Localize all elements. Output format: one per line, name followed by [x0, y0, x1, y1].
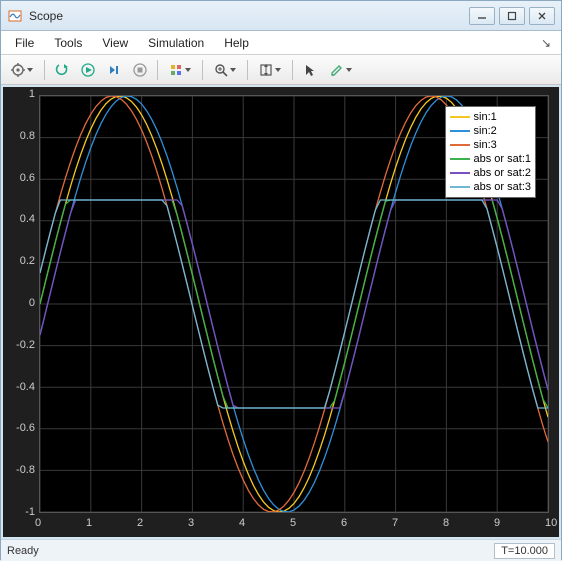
- legend-label: sin:2: [474, 125, 497, 137]
- menubar: File Tools View Simulation Help ↘: [1, 31, 561, 55]
- restart-button[interactable]: [50, 58, 74, 82]
- legend-label: sin:1: [474, 111, 497, 123]
- legend-swatch: [450, 130, 470, 132]
- toolbar: [1, 55, 561, 85]
- y-tick-label: 1: [29, 88, 35, 100]
- legend-swatch: [450, 116, 470, 118]
- minimize-button[interactable]: [469, 7, 495, 25]
- y-tick-label: 0.2: [20, 255, 35, 267]
- highlight-button[interactable]: [163, 58, 197, 82]
- status-text: Ready: [7, 545, 39, 557]
- legend-label: sin:3: [474, 139, 497, 151]
- legend[interactable]: sin:1 sin:2 sin:3 abs or sat:1 abs or sat:2 a…: [445, 106, 536, 198]
- menu-tools[interactable]: Tools: [44, 33, 92, 53]
- statusbar: Ready T=10.000: [1, 539, 561, 561]
- legend-item[interactable]: abs or sat:2: [450, 166, 531, 180]
- legend-label: abs or sat:1: [474, 153, 531, 165]
- y-tick-label: 0.6: [20, 172, 35, 184]
- step-button[interactable]: [102, 58, 126, 82]
- undock-icon[interactable]: ↘: [539, 36, 553, 50]
- plot-area: sin:1 sin:2 sin:3 abs or sat:1 abs or sat:2 a…: [3, 87, 559, 537]
- y-tick-label: -0.2: [16, 339, 35, 351]
- x-tick-label: 5: [290, 517, 296, 529]
- x-tick-label: 4: [239, 517, 245, 529]
- menu-help[interactable]: Help: [214, 33, 259, 53]
- x-tick-label: 3: [188, 517, 194, 529]
- x-tick-label: 8: [443, 517, 449, 529]
- x-tick-label: 7: [392, 517, 398, 529]
- settings-button[interactable]: [5, 58, 39, 82]
- x-tick-label: 1: [86, 517, 92, 529]
- legend-item[interactable]: sin:2: [450, 124, 531, 138]
- x-tick-label: 10: [545, 517, 557, 529]
- y-tick-label: -1: [25, 506, 35, 518]
- y-tick-label: 0.4: [20, 213, 35, 225]
- legend-swatch: [450, 172, 470, 174]
- legend-item[interactable]: abs or sat:3: [450, 180, 531, 194]
- y-tick-label: -0.6: [16, 422, 35, 434]
- legend-swatch: [450, 158, 470, 160]
- legend-swatch: [450, 186, 470, 188]
- cursor-button[interactable]: [298, 58, 322, 82]
- app-icon: [7, 8, 23, 24]
- plot-axes[interactable]: sin:1 sin:2 sin:3 abs or sat:1 abs or sat:2 a…: [39, 95, 549, 513]
- run-button[interactable]: [76, 58, 100, 82]
- stop-button[interactable]: [128, 58, 152, 82]
- annotate-button[interactable]: [324, 58, 358, 82]
- menu-file[interactable]: File: [5, 33, 44, 53]
- legend-label: abs or sat:2: [474, 167, 531, 179]
- x-tick-label: 6: [341, 517, 347, 529]
- legend-item[interactable]: sin:1: [450, 110, 531, 124]
- y-tick-label: -0.8: [16, 464, 35, 476]
- titlebar: Scope: [1, 1, 561, 31]
- y-tick-label: -0.4: [16, 381, 35, 393]
- menu-view[interactable]: View: [92, 33, 138, 53]
- y-tick-label: 0: [29, 297, 35, 309]
- y-tick-label: 0.8: [20, 130, 35, 142]
- menu-simulation[interactable]: Simulation: [138, 33, 214, 53]
- maximize-button[interactable]: [499, 7, 525, 25]
- legend-item[interactable]: abs or sat:1: [450, 152, 531, 166]
- x-tick-label: 2: [137, 517, 143, 529]
- legend-item[interactable]: sin:3: [450, 138, 531, 152]
- status-time: T=10.000: [494, 543, 555, 559]
- legend-swatch: [450, 144, 470, 146]
- x-tick-label: 0: [35, 517, 41, 529]
- x-tick-label: 9: [494, 517, 500, 529]
- legend-label: abs or sat:3: [474, 181, 531, 193]
- zoom-button[interactable]: [208, 58, 242, 82]
- autoscale-button[interactable]: [253, 58, 287, 82]
- close-button[interactable]: [529, 7, 555, 25]
- window-title: Scope: [29, 9, 465, 23]
